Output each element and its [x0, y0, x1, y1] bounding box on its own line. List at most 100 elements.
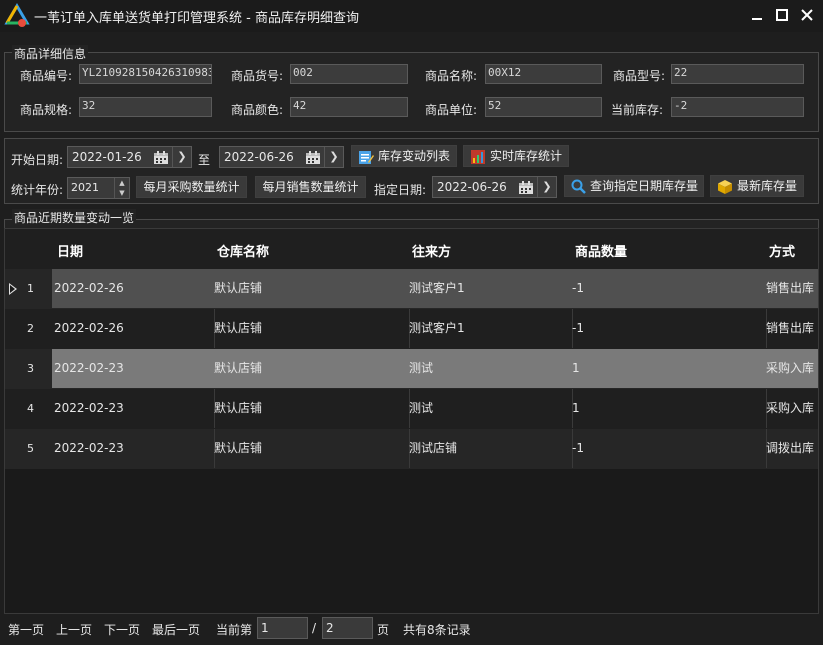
cell-date[interactable]: 2022-02-23 [52, 389, 215, 428]
product-color-field[interactable]: 42 [290, 97, 408, 117]
cell-method[interactable]: 采购入库 [764, 349, 818, 388]
cell-method[interactable]: 采购入库 [764, 389, 818, 428]
table-row[interactable]: 1 2022-02-26 默认店铺 测试客户1 -1 销售出库 [5, 269, 818, 309]
cell-method[interactable]: 销售出库 [764, 269, 818, 308]
cell-method[interactable]: 销售出库 [764, 309, 818, 348]
header-method[interactable]: 方式 [769, 241, 795, 260]
page-unit-label: 页 [377, 623, 390, 637]
cell-warehouse[interactable]: 默认店铺 [212, 309, 410, 348]
grid-header: 日期 仓库名称 往来方 商品数量 方式 [5, 229, 818, 269]
table-row[interactable]: 2 2022-02-26 默认店铺 测试客户1 -1 销售出库 [5, 309, 818, 349]
cell-party[interactable]: 测试客户1 [407, 269, 573, 308]
product-spec-label: 商品规格: [20, 103, 73, 117]
row-number: 1 [27, 282, 34, 295]
header-quantity[interactable]: 商品数量 [575, 241, 627, 260]
row-number: 3 [27, 362, 34, 375]
product-sku-label: 商品货号: [231, 69, 284, 83]
grid-group-label: 商品近期数量变动一览 [12, 209, 137, 226]
cell-warehouse[interactable]: 默认店铺 [212, 269, 410, 308]
cell-warehouse[interactable]: 默认店铺 [212, 429, 410, 468]
header-warehouse[interactable]: 仓库名称 [217, 241, 269, 260]
table-row[interactable]: 3 2022-02-23 默认店铺 测试 1 采购入库 [5, 349, 818, 389]
cell-date[interactable]: 2022-02-23 [52, 349, 215, 388]
header-date[interactable]: 日期 [57, 241, 83, 260]
stat-year-spinner[interactable]: 2021 ▲ ▼ [67, 177, 130, 199]
cell-date[interactable]: 2022-02-26 [52, 309, 215, 348]
current-row-indicator-icon [9, 283, 17, 295]
product-code-field[interactable]: YL210928150426310983 [79, 64, 212, 84]
current-page-label: 当前第 [216, 623, 253, 637]
product-model-field[interactable]: 22 [671, 64, 804, 84]
window-title: 一苇订单入库单送货单打印管理系统 - 商品库存明细查询 [34, 11, 359, 26]
product-spec-field[interactable]: 32 [79, 97, 212, 117]
current-page-input[interactable]: 1 [257, 617, 308, 639]
search-icon [571, 179, 586, 194]
row-number: 2 [27, 322, 34, 335]
stat-year-value: 2021 [71, 181, 99, 194]
first-page-link[interactable]: 第一页 [8, 621, 44, 638]
cell-quantity[interactable]: 1 [570, 389, 767, 428]
close-button[interactable] [796, 4, 818, 26]
product-sku-field[interactable]: 002 [290, 64, 408, 84]
cell-date[interactable]: 2022-02-23 [52, 429, 215, 468]
start-date-picker[interactable]: 2022-01-26 ❯ [67, 146, 192, 168]
stats-chart-icon [471, 149, 485, 164]
specified-date-value: 2022-06-26 [437, 180, 507, 194]
header-party[interactable]: 往来方 [412, 241, 451, 260]
cell-date[interactable]: 2022-02-26 [52, 269, 215, 308]
cell-party[interactable]: 测试店铺 [407, 429, 573, 468]
cell-quantity[interactable]: -1 [570, 269, 767, 308]
cell-quantity[interactable]: -1 [570, 429, 767, 468]
realtime-stock-stats-label: 实时库存统计 [490, 149, 563, 163]
total-pages-field: 2 [322, 617, 373, 639]
cell-party[interactable]: 测试 [407, 389, 573, 428]
close-icon [801, 9, 813, 21]
end-date-value: 2022-06-26 [224, 150, 294, 164]
latest-stock-label: 最新库存量 [737, 179, 798, 193]
monthly-sales-stats-button[interactable]: 每月销售数量统计 [255, 176, 366, 198]
stat-year-label: 统计年份: [11, 183, 64, 197]
cell-party[interactable]: 测试客户1 [407, 309, 573, 348]
chevron-right-icon[interactable]: ❯ [172, 147, 191, 167]
minimize-button[interactable] [746, 4, 768, 26]
maximize-icon [776, 9, 788, 21]
product-name-field[interactable]: 00X12 [485, 64, 602, 84]
spin-down-icon[interactable]: ▼ [114, 188, 129, 198]
app-logo-icon [4, 3, 30, 27]
edit-list-icon [359, 150, 374, 164]
stock-change-list-button[interactable]: 库存变动列表 [351, 145, 457, 167]
prev-page-link[interactable]: 上一页 [56, 621, 92, 638]
page-separator: / [312, 621, 317, 635]
cell-method[interactable]: 调拨出库 [764, 429, 818, 468]
current-stock-field[interactable]: -2 [671, 97, 804, 117]
cell-warehouse[interactable]: 默认店铺 [212, 389, 410, 428]
product-detail-group-label: 商品详细信息 [12, 45, 89, 62]
cell-warehouse[interactable]: 默认店铺 [212, 349, 410, 388]
latest-stock-button[interactable]: 最新库存量 [710, 175, 804, 197]
table-row[interactable]: 5 2022-02-23 默认店铺 测试店铺 -1 调拨出库 [5, 429, 818, 469]
stock-change-grid[interactable]: 日期 仓库名称 往来方 商品数量 方式 1 2022-02-26 默认店铺 测试… [4, 228, 819, 614]
realtime-stock-stats-button[interactable]: 实时库存统计 [463, 145, 569, 167]
calendar-icon [306, 151, 320, 164]
last-page-link[interactable]: 最后一页 [152, 621, 200, 638]
product-color-label: 商品颜色: [231, 103, 284, 117]
query-specified-date-stock-button[interactable]: 查询指定日期库存量 [564, 175, 704, 197]
minimize-icon [752, 18, 762, 20]
product-name-label: 商品名称: [425, 69, 478, 83]
date-range-to-label: 至 [198, 153, 211, 167]
chevron-right-icon[interactable]: ❯ [324, 147, 343, 167]
table-row[interactable]: 4 2022-02-23 默认店铺 测试 1 采购入库 [5, 389, 818, 429]
spin-up-icon[interactable]: ▲ [114, 178, 129, 188]
specified-date-picker[interactable]: 2022-06-26 ❯ [432, 176, 557, 198]
maximize-button[interactable] [771, 4, 793, 26]
row-number: 4 [27, 402, 34, 415]
monthly-purchase-stats-button[interactable]: 每月采购数量统计 [136, 176, 247, 198]
title-bar: 一苇订单入库单送货单打印管理系统 - 商品库存明细查询 [0, 0, 823, 32]
next-page-link[interactable]: 下一页 [104, 621, 140, 638]
cell-party[interactable]: 测试 [407, 349, 573, 388]
chevron-right-icon[interactable]: ❯ [537, 177, 556, 197]
cell-quantity[interactable]: -1 [570, 309, 767, 348]
product-unit-field[interactable]: 52 [485, 97, 602, 117]
cell-quantity[interactable]: 1 [570, 349, 767, 388]
end-date-picker[interactable]: 2022-06-26 ❯ [219, 146, 344, 168]
